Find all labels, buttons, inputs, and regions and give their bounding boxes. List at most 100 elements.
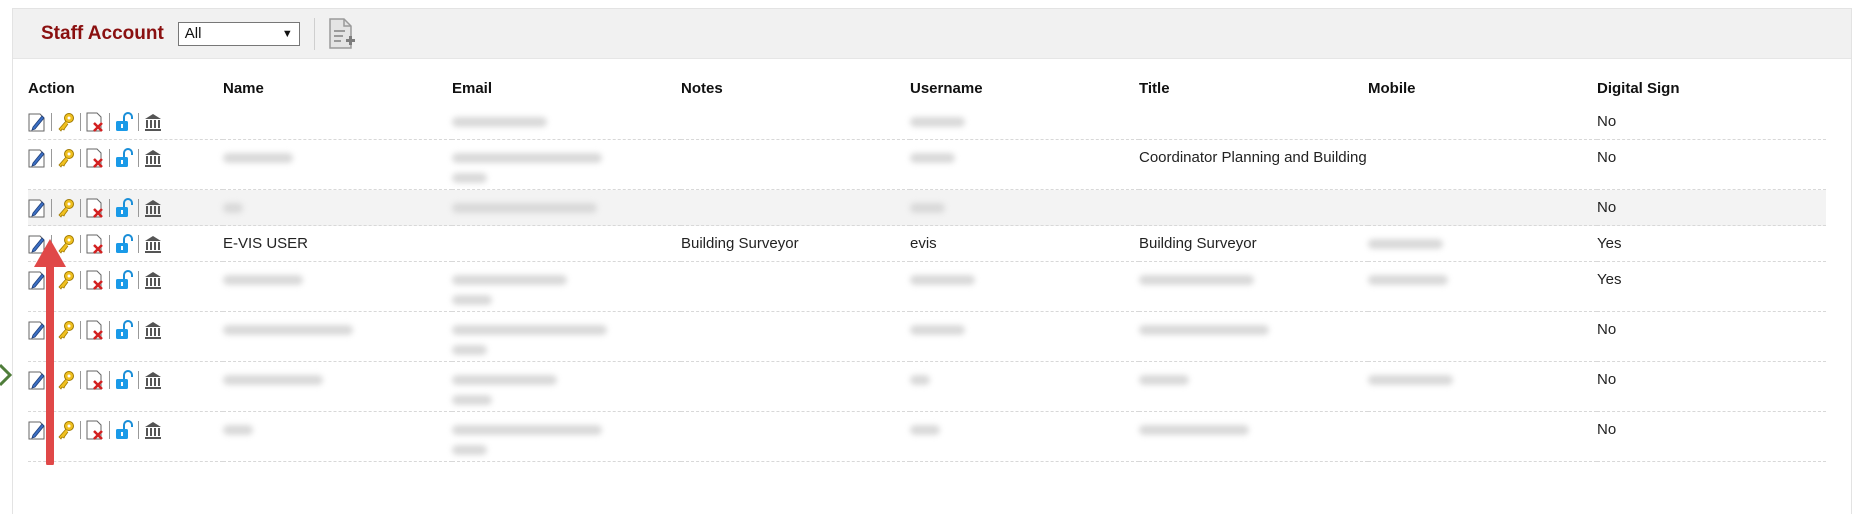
bank-icon[interactable] xyxy=(144,198,162,218)
delete-icon[interactable] xyxy=(86,234,104,254)
cell-notes xyxy=(681,139,910,190)
bank-icon[interactable] xyxy=(144,270,162,290)
cell-title xyxy=(1139,411,1368,462)
action-divider xyxy=(138,149,139,167)
cell-action xyxy=(28,189,223,226)
key-icon[interactable] xyxy=(57,148,75,168)
cell-email xyxy=(452,411,681,462)
unlock-icon[interactable] xyxy=(115,234,133,254)
cell-email xyxy=(452,104,681,140)
table-row: No xyxy=(28,104,1826,140)
bank-icon[interactable] xyxy=(144,148,162,168)
redacted-text xyxy=(452,445,487,455)
unlock-icon[interactable] xyxy=(115,320,133,340)
redacted-text xyxy=(223,375,323,385)
cell-digital-sign: No xyxy=(1597,311,1826,362)
bank-icon[interactable] xyxy=(144,234,162,254)
cell-username-text: evis xyxy=(910,235,937,252)
bank-icon[interactable] xyxy=(144,370,162,390)
unlock-icon[interactable] xyxy=(115,112,133,132)
cell-notes xyxy=(681,311,910,362)
delete-icon[interactable] xyxy=(86,320,104,340)
cell-username xyxy=(910,361,1139,412)
cell-email xyxy=(452,261,681,312)
unlock-icon[interactable] xyxy=(115,420,133,440)
edit-icon[interactable] xyxy=(28,148,46,168)
filter-select[interactable]: All ▼ xyxy=(177,21,300,46)
unlock-icon[interactable] xyxy=(115,148,133,168)
edit-icon[interactable] xyxy=(28,112,46,132)
action-divider xyxy=(138,421,139,439)
column-header-notes[interactable]: Notes xyxy=(681,72,910,104)
column-header-name[interactable]: Name xyxy=(223,72,452,104)
key-icon[interactable] xyxy=(57,198,75,218)
toolbar: Staff Account All ▼ xyxy=(13,9,1851,59)
delete-icon[interactable] xyxy=(86,420,104,440)
bank-icon[interactable] xyxy=(144,420,162,440)
cell-digital-sign: No xyxy=(1597,139,1826,190)
export-document-icon[interactable] xyxy=(327,17,355,51)
action-divider xyxy=(51,199,52,217)
delete-icon[interactable] xyxy=(86,112,104,132)
cell-notes xyxy=(681,261,910,312)
redacted-text xyxy=(910,203,945,213)
chevron-right-icon[interactable] xyxy=(0,355,14,395)
redacted-text xyxy=(910,117,965,127)
cell-name-text: E-VIS USER xyxy=(223,235,309,252)
cell-username xyxy=(910,104,1139,140)
bank-icon[interactable] xyxy=(144,320,162,340)
bank-icon[interactable] xyxy=(144,112,162,132)
redacted-text xyxy=(1139,375,1189,385)
column-header-username[interactable]: Username xyxy=(910,72,1139,104)
delete-icon[interactable] xyxy=(86,148,104,168)
cell-digital-sign-text: No xyxy=(1597,421,1617,438)
redacted-text xyxy=(452,117,547,127)
redacted-text xyxy=(910,375,930,385)
unlock-icon[interactable] xyxy=(115,198,133,218)
cell-name: E-VIS USER xyxy=(223,225,452,262)
action-divider xyxy=(109,199,110,217)
redacted-text xyxy=(452,203,597,213)
redacted-text xyxy=(223,325,353,335)
table-header-row: Action Name Email Notes Username Title M… xyxy=(28,72,1826,104)
delete-icon[interactable] xyxy=(86,270,104,290)
cell-notes-text: Building Surveyor xyxy=(681,235,799,252)
redacted-text xyxy=(1139,425,1249,435)
table-row: E-VIS USER Building Surveyor evis Building … xyxy=(28,225,1826,262)
table-row: No xyxy=(28,189,1826,226)
cell-email xyxy=(452,189,681,226)
action-divider xyxy=(80,199,81,217)
cell-digital-sign: Yes xyxy=(1597,261,1826,312)
action-divider xyxy=(80,271,81,289)
cell-email xyxy=(452,225,681,262)
cell-notes xyxy=(681,411,910,462)
column-header-digital-sign[interactable]: Digital Sign xyxy=(1597,72,1826,104)
redacted-text xyxy=(452,275,567,285)
action-divider xyxy=(109,113,110,131)
cell-digital-sign-text: No xyxy=(1597,149,1617,166)
column-header-title[interactable]: Title xyxy=(1139,72,1368,104)
column-header-mobile[interactable]: Mobile xyxy=(1368,72,1597,104)
redacted-text xyxy=(223,203,243,213)
redacted-text xyxy=(1368,375,1453,385)
chevron-down-icon: ▼ xyxy=(281,27,293,40)
unlock-icon[interactable] xyxy=(115,270,133,290)
unlock-icon[interactable] xyxy=(115,370,133,390)
cell-digital-sign-text: No xyxy=(1597,371,1617,388)
redacted-text xyxy=(223,425,253,435)
redacted-text xyxy=(1139,275,1254,285)
table-row: No xyxy=(28,311,1826,362)
edit-icon[interactable] xyxy=(28,198,46,218)
cell-title xyxy=(1139,189,1368,226)
key-icon[interactable] xyxy=(57,112,75,132)
action-divider xyxy=(80,235,81,253)
redacted-text xyxy=(452,375,557,385)
action-divider xyxy=(138,199,139,217)
column-header-email[interactable]: Email xyxy=(452,72,681,104)
delete-icon[interactable] xyxy=(86,370,104,390)
delete-icon[interactable] xyxy=(86,198,104,218)
cell-title-text: Building Surveyor xyxy=(1139,235,1257,252)
redacted-text xyxy=(1368,275,1448,285)
column-header-action[interactable]: Action xyxy=(28,72,223,104)
action-divider xyxy=(138,321,139,339)
